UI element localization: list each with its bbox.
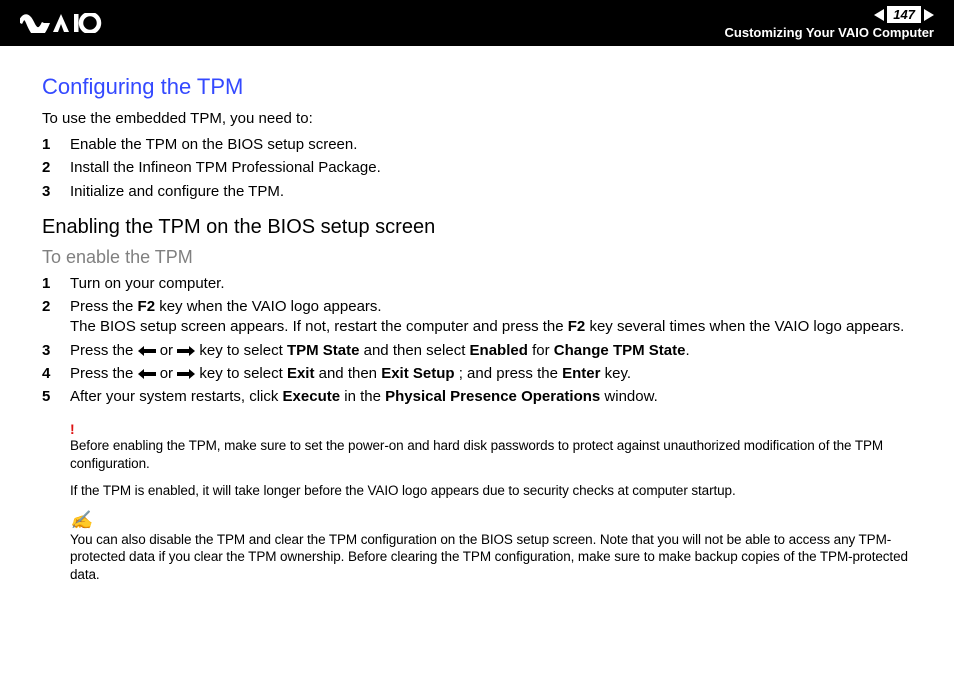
list-item: 2 Press the F2 key when the VAIO logo ap…: [42, 297, 924, 338]
text: key to select: [199, 342, 287, 359]
header-bar: 147 Customizing Your VAIO Computer: [0, 0, 954, 46]
list-item: 4 Press the or key to select Exit and th…: [42, 364, 924, 384]
text: key.: [605, 365, 631, 382]
ui-term: Physical Presence Operations: [385, 388, 600, 405]
key-name: Enter: [562, 365, 600, 382]
overview-steps: 1 Enable the TPM on the BIOS setup scree…: [42, 135, 924, 202]
list-item: 5 After your system restarts, click Exec…: [42, 387, 924, 407]
right-arrow-icon: [177, 346, 195, 356]
text: for: [532, 342, 554, 359]
text: and then: [319, 365, 382, 382]
warning-text: If the TPM is enabled, it will take long…: [70, 482, 924, 500]
key-name: F2: [568, 318, 586, 335]
text: key to select: [199, 365, 287, 382]
left-arrow-icon: [138, 369, 156, 379]
ui-term: TPM State: [287, 342, 360, 359]
text: After your system restarts, click: [70, 388, 283, 405]
step-text: Install the Infineon TPM Professional Pa…: [70, 158, 924, 178]
header-right: 147 Customizing Your VAIO Computer: [725, 0, 954, 46]
step-number: 3: [42, 341, 70, 361]
prev-page-icon[interactable]: [874, 9, 884, 21]
step-text: Enable the TPM on the BIOS setup screen.: [70, 135, 924, 155]
ui-term: Change TPM State: [554, 342, 686, 359]
tip-icon: ✍: [70, 510, 924, 531]
page-number: 147: [887, 6, 921, 23]
ui-term: Exit Setup: [381, 365, 454, 382]
step-number: 5: [42, 387, 70, 407]
text: window.: [604, 388, 657, 405]
page-nav: 147: [725, 6, 934, 23]
text: in the: [344, 388, 385, 405]
right-arrow-icon: [177, 369, 195, 379]
text: Press the: [70, 365, 138, 382]
text: key when the VAIO logo appears.: [155, 298, 382, 315]
tip-text: You can also disable the TPM and clear t…: [70, 531, 924, 584]
intro-text: To use the embedded TPM, you need to:: [42, 110, 924, 127]
step-text: After your system restarts, click Execut…: [70, 387, 924, 407]
vaio-logo-svg: [20, 13, 130, 33]
page-content: Configuring the TPM To use the embedded …: [0, 46, 954, 584]
vaio-logo: [0, 0, 130, 46]
list-item: 3 Initialize and configure the TPM.: [42, 182, 924, 202]
text: or: [160, 365, 178, 382]
task-heading: To enable the TPM: [42, 247, 924, 268]
section-title: Customizing Your VAIO Computer: [725, 25, 934, 40]
next-page-icon[interactable]: [924, 9, 934, 21]
subheading: Enabling the TPM on the BIOS setup scree…: [42, 216, 924, 239]
text: or: [160, 342, 178, 359]
list-item: 1 Enable the TPM on the BIOS setup scree…: [42, 135, 924, 155]
list-item: 3 Press the or key to select TPM State a…: [42, 341, 924, 361]
warning-text: Before enabling the TPM, make sure to se…: [70, 437, 924, 472]
step-number: 2: [42, 297, 70, 338]
warning-icon: !: [70, 421, 924, 437]
step-text: Press the or key to select TPM State and…: [70, 341, 924, 361]
key-name: F2: [138, 298, 156, 315]
step-text: Press the F2 key when the VAIO logo appe…: [70, 297, 924, 338]
left-arrow-icon: [138, 346, 156, 356]
step-number: 2: [42, 158, 70, 178]
step-text: Initialize and configure the TPM.: [70, 182, 924, 202]
ui-term: Exit: [287, 365, 315, 382]
text: .: [685, 342, 689, 359]
step-number: 1: [42, 274, 70, 294]
step-number: 4: [42, 364, 70, 384]
notes-block: ! Before enabling the TPM, make sure to …: [70, 421, 924, 583]
step-text: Press the or key to select Exit and then…: [70, 364, 924, 384]
text: and then select: [364, 342, 470, 359]
step-number: 3: [42, 182, 70, 202]
ui-term: Enabled: [470, 342, 528, 359]
list-item: 2 Install the Infineon TPM Professional …: [42, 158, 924, 178]
text: ; and press the: [459, 365, 562, 382]
enable-steps: 1 Turn on your computer. 2 Press the F2 …: [42, 274, 924, 408]
text: Press the: [70, 298, 138, 315]
ui-term: Execute: [283, 388, 341, 405]
text: key several times when the VAIO logo app…: [585, 318, 904, 335]
text: The BIOS setup screen appears. If not, r…: [70, 318, 568, 335]
step-number: 1: [42, 135, 70, 155]
text: Press the: [70, 342, 138, 359]
list-item: 1 Turn on your computer.: [42, 274, 924, 294]
step-text: Turn on your computer.: [70, 274, 924, 294]
page-title: Configuring the TPM: [42, 74, 924, 100]
